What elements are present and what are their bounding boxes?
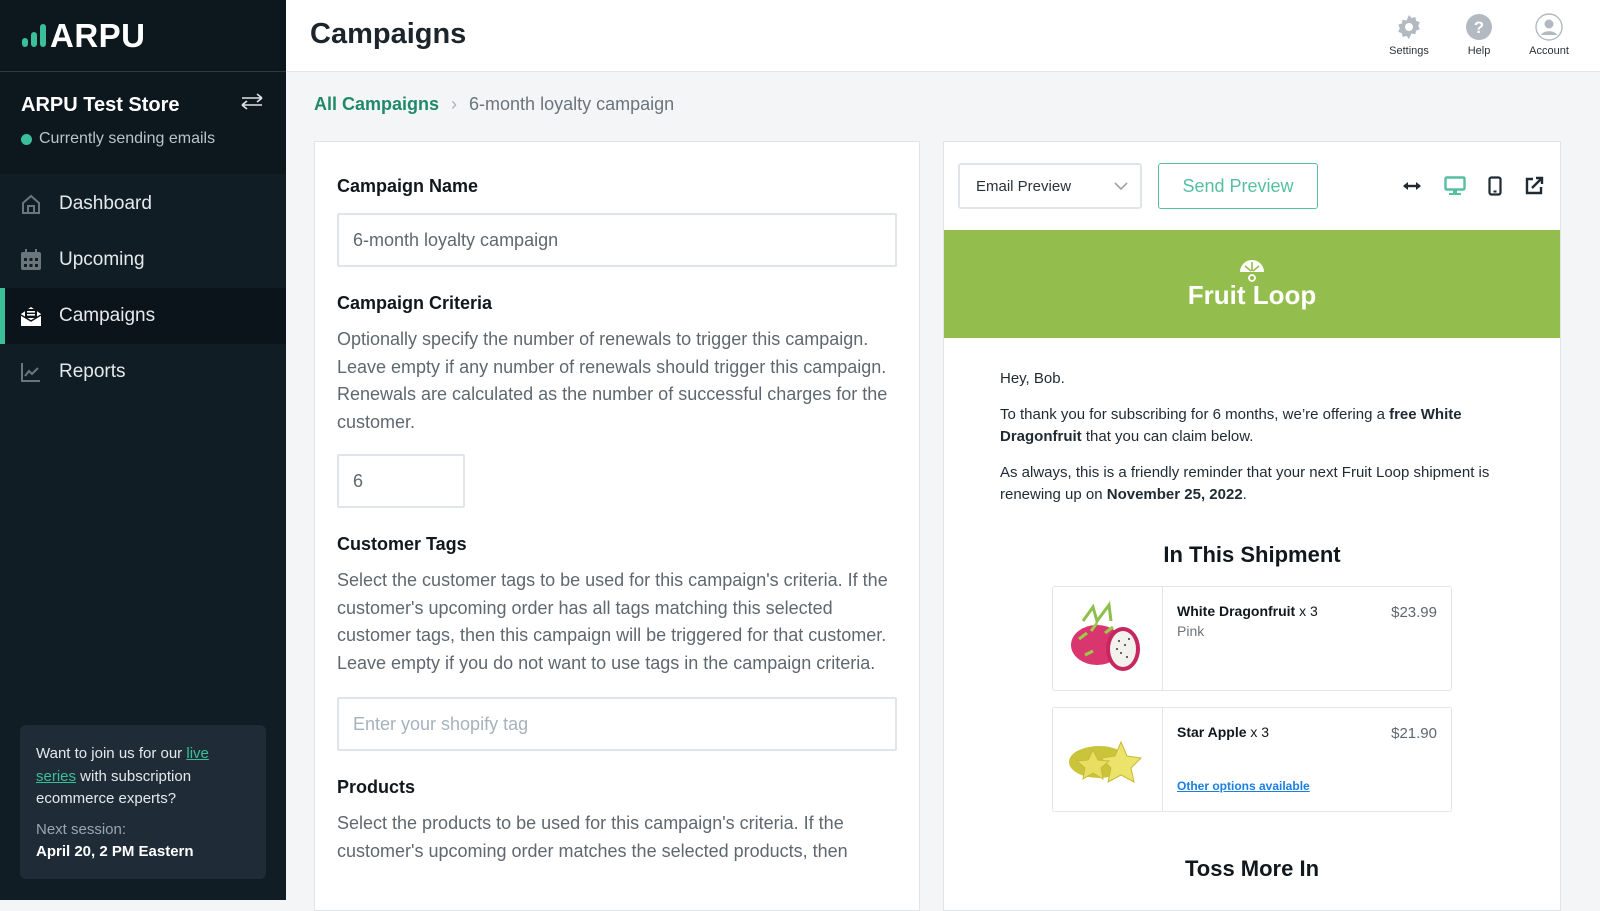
header-actions: Settings ? Help Account (1374, 13, 1584, 57)
products-label: Products (337, 777, 416, 797)
logo[interactable]: ARPU (0, 0, 286, 72)
help-button[interactable]: ? Help (1444, 13, 1514, 57)
renewal-date: November 25, 2022 (1106, 486, 1243, 503)
calendar-icon (20, 249, 42, 271)
help-label: Help (1467, 45, 1491, 57)
reminder-text-end: . (1242, 486, 1247, 503)
product-qty: x 3 (1250, 724, 1270, 740)
gear-icon (1398, 15, 1420, 39)
sidebar-item-label: Campaigns (59, 305, 156, 326)
mobile-icon[interactable] (1488, 176, 1502, 196)
product-price: $21.90 (1391, 725, 1437, 742)
sidebar-item-label: Reports (59, 361, 126, 382)
top-bar: Campaigns Settings ? Help Account (286, 0, 1600, 72)
offer-text-end: that you can claim below. (1081, 428, 1254, 445)
email-body: Hey, Bob. To thank you for subscribing f… (944, 338, 1560, 506)
swap-store-icon[interactable] (238, 92, 266, 118)
sidebar-item-dashboard[interactable]: Dashboard (0, 176, 286, 232)
renewals-input[interactable]: 6 (337, 454, 465, 508)
toss-more-in-title: Toss More In (1184, 856, 1320, 881)
shipment-title: In This Shipment (1163, 542, 1341, 567)
home-icon (20, 193, 42, 215)
product-variant: Pink (1177, 623, 1205, 639)
chart-line-icon (20, 361, 42, 383)
send-preview-button[interactable]: Send Preview (1158, 163, 1318, 209)
sending-status: Currently sending emails (21, 130, 266, 148)
campaign-name-label: Campaign Name (337, 176, 479, 196)
store-name: ARPU Test Store (21, 93, 180, 116)
status-text: Currently sending emails (39, 130, 216, 147)
email-greeting: Hey, Bob. (1000, 370, 1065, 387)
campaign-form: Campaign Name 6-month loyalty campaign C… (314, 141, 920, 911)
account-button[interactable]: Account (1514, 13, 1584, 57)
star-apple-image (1053, 708, 1163, 811)
campaign-criteria-help: Optionally specify the number of renewal… (337, 329, 888, 432)
sidebar-item-label: Dashboard (59, 193, 152, 214)
breadcrumb-current: 6-month loyalty campaign (469, 94, 675, 114)
store-switcher: ARPU Test Store Currently sending emails (0, 72, 286, 174)
status-dot-icon (21, 133, 32, 145)
product-title: White Dragonfruit (1177, 603, 1296, 619)
customer-tags-help: Select the customer tags to be used for … (337, 570, 888, 673)
settings-button[interactable]: Settings (1374, 13, 1444, 57)
email-banner: Fruit Loop (944, 230, 1560, 338)
product-price: $23.99 (1391, 604, 1437, 621)
product-info: White Dragonfruit x 3 Pink $23.99 (1163, 587, 1451, 690)
page-title: Campaigns (310, 18, 467, 50)
logo-text: ARPU (50, 16, 146, 54)
next-session-label: Next session: (36, 820, 127, 838)
breadcrumb-all-campaigns[interactable]: All Campaigns (314, 94, 439, 115)
sidebar-item-label: Upcoming (59, 249, 145, 270)
product-info: Star Apple x 3 $21.90 Other options avai… (1163, 708, 1451, 811)
product-card: White Dragonfruit x 3 Pink $23.99 (1052, 586, 1452, 691)
account-label: Account (1529, 45, 1569, 57)
email-preview-panel: Email Preview Send Preview Fruit Loop He… (943, 141, 1561, 911)
next-session-date: April 20, 2 PM Eastern (36, 843, 194, 860)
sidebar-item-reports[interactable]: Reports (0, 344, 286, 400)
dragonfruit-image (1053, 587, 1163, 690)
email-paragraph-offer: To thank you for subscribing for 6 month… (1000, 404, 1504, 448)
promo-text-before: Want to join us for our (36, 745, 187, 762)
product-qty: x 3 (1299, 603, 1318, 619)
sidebar-item-upcoming[interactable]: Upcoming (0, 232, 286, 288)
svg-text:?: ? (1474, 18, 1484, 37)
desktop-icon[interactable] (1444, 176, 1466, 196)
preview-type-select[interactable]: Email Preview (958, 163, 1142, 209)
promo-text: Want to join us for our live series with… (36, 743, 250, 811)
sidebar-item-campaigns[interactable]: Campaigns (0, 288, 286, 344)
expand-horizontal-icon[interactable] (1402, 179, 1422, 193)
email-brand-name: Fruit Loop (1187, 279, 1317, 310)
preview-type-value: Email Preview (976, 177, 1072, 195)
chevron-right-icon: › (451, 94, 458, 114)
preview-toolbar: Email Preview Send Preview (944, 142, 1560, 230)
offer-text: To thank you for subscribing for 6 month… (1000, 406, 1390, 423)
campaign-criteria-label: Campaign Criteria (337, 293, 493, 313)
account-icon (1535, 13, 1563, 41)
envelope-open-icon (20, 305, 42, 327)
sidebar-nav: Dashboard Upcoming Campaigns Reports (0, 176, 286, 400)
help-icon: ? (1466, 14, 1492, 40)
product-card: Star Apple x 3 $21.90 Other options avai… (1052, 707, 1452, 812)
other-options-link[interactable]: Other options available (1177, 779, 1310, 793)
email-paragraph-reminder: As always, this is a friendly reminder t… (1000, 462, 1504, 506)
shopify-tag-input[interactable]: Enter your shopify tag (337, 697, 897, 751)
external-link-icon[interactable] (1524, 176, 1544, 196)
product-title: Star Apple (1177, 724, 1247, 740)
preview-view-controls (1402, 176, 1544, 196)
products-help: Select the products to be used for this … (337, 813, 848, 861)
sidebar: ARPU ARPU Test Store Currently sending e… (0, 0, 286, 900)
customer-tags-label: Customer Tags (337, 534, 467, 554)
campaign-name-input[interactable]: 6-month loyalty campaign (337, 213, 897, 267)
chevron-down-icon (1114, 182, 1128, 191)
logo-bars-icon (22, 24, 46, 47)
breadcrumb: All Campaigns › 6-month loyalty campaign (314, 94, 674, 115)
live-series-promo: Want to join us for our live series with… (20, 725, 266, 879)
settings-label: Settings (1389, 45, 1429, 57)
